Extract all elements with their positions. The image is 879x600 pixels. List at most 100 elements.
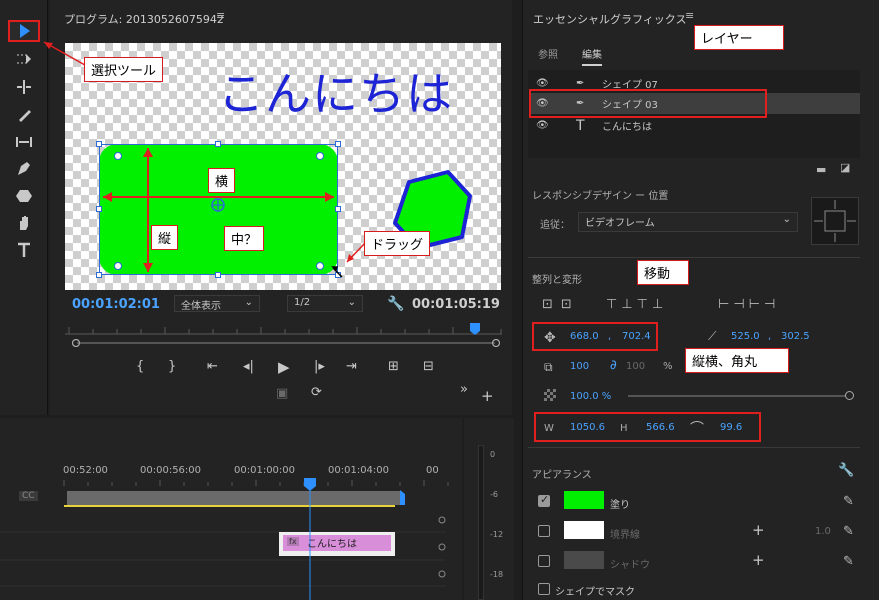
ripple-edit-tool[interactable]	[8, 76, 40, 98]
captions-button[interactable]: CC	[19, 491, 38, 501]
razor-tool[interactable]	[8, 104, 40, 126]
resize-handle[interactable]	[96, 141, 102, 147]
resize-handle[interactable]	[215, 272, 221, 278]
layer-highlight	[529, 89, 767, 118]
opacity-slider-thumb[interactable]	[845, 391, 854, 400]
text-layer-icon: T	[576, 117, 585, 134]
stroke-color-swatch[interactable]	[564, 521, 604, 539]
eyedropper-icon[interactable]: ✎	[843, 554, 854, 569]
anchor-y[interactable]: 302.5	[781, 331, 810, 342]
drag-annotation: ドラッグ	[364, 231, 431, 256]
align-buttons[interactable]: ⊡⊡	[542, 297, 580, 312]
size-highlight	[534, 412, 761, 442]
tab-edit[interactable]: 編集	[582, 46, 602, 66]
resize-handle[interactable]	[96, 272, 102, 278]
eye-icon[interactable]: 👁	[536, 120, 576, 131]
panel-menu-icon[interactable]: ≡	[216, 9, 225, 22]
new-folder-icon[interactable]: ▬	[816, 163, 826, 176]
step-forward-button[interactable]: |▸	[314, 359, 325, 374]
link-icon[interactable]: ∂	[610, 358, 617, 373]
canvas-text[interactable]: こんにちは	[218, 58, 453, 124]
zoom-dropdown[interactable]: 全体表示 ⌄	[174, 295, 260, 312]
hand-tool[interactable]	[8, 212, 40, 234]
track-select-tool[interactable]	[8, 48, 40, 70]
opacity-value[interactable]: 100.0 %	[570, 391, 611, 402]
opacity-slider[interactable]	[628, 395, 846, 397]
eyedropper-icon[interactable]: ✎	[843, 494, 854, 509]
eye-icon[interactable]: 👁	[536, 78, 576, 89]
vertical-align-buttons[interactable]: ⊤⊥⊤⊥	[606, 297, 667, 312]
check-icon: ✓	[540, 493, 550, 506]
panel-menu-icon[interactable]: ≡	[685, 9, 694, 22]
program-title: プログラム: 20130526075942	[64, 13, 224, 26]
layer-row[interactable]: 👁 T こんにちは	[530, 115, 860, 136]
db-label: 0	[490, 450, 496, 459]
shadow-checkbox[interactable]	[538, 555, 550, 567]
current-timecode[interactable]: 00:01:02:01	[72, 297, 160, 312]
slip-tool[interactable]	[8, 131, 40, 153]
vertical-annotation: 縦	[151, 225, 179, 250]
mark-in-button[interactable]: {	[136, 359, 144, 374]
corner-radius-handle[interactable]	[114, 262, 122, 270]
monitor-time-ruler[interactable]	[65, 323, 502, 335]
corner-radius-handle[interactable]	[316, 262, 324, 270]
shadow-color-swatch[interactable]	[564, 551, 604, 569]
divider	[528, 447, 860, 448]
stroke-checkbox[interactable]	[538, 525, 550, 537]
new-layer-icon[interactable]: ◪	[840, 161, 850, 174]
resize-handle[interactable]	[335, 272, 341, 278]
play-button[interactable]: ▶	[278, 358, 290, 376]
zoom-value: 全体表示	[181, 301, 221, 312]
tab-browse[interactable]: 参照	[538, 46, 558, 61]
selection-tool[interactable]	[8, 20, 40, 42]
select-tool-annotation: 選択ツール	[84, 57, 164, 82]
horizontal-align-buttons[interactable]: ⊢⊣⊢⊣	[718, 297, 779, 312]
follow-dropdown[interactable]: ビデオフレーム ⌄	[578, 212, 798, 232]
resize-handle[interactable]	[96, 206, 102, 212]
wrench-icon[interactable]: 🔧	[838, 463, 854, 478]
go-to-out-button[interactable]: ⇥	[346, 359, 357, 374]
step-back-button[interactable]: ◂|	[243, 359, 254, 374]
type-icon	[18, 242, 30, 257]
extract-button[interactable]: ⊟	[423, 359, 434, 374]
corner-radius-handle[interactable]	[114, 152, 122, 160]
camera-icon[interactable]: ▣	[276, 386, 288, 401]
panel-title: エッセンシャルグラフィックス	[533, 13, 687, 26]
follow-label: 追従：	[540, 220, 570, 231]
wrench-icon[interactable]: 🔧	[387, 296, 404, 312]
timeline-tick: 00:00:56:00	[140, 465, 202, 476]
resize-handle[interactable]	[335, 206, 341, 212]
resolution-dropdown[interactable]: 1/2 ⌄	[287, 295, 363, 312]
add-shadow-button[interactable]: +	[752, 551, 765, 569]
shape-tool[interactable]	[8, 185, 40, 207]
monitor-scroll-bar[interactable]	[72, 339, 500, 347]
hexagon-icon	[16, 190, 32, 202]
scale-value[interactable]: 100	[570, 361, 589, 372]
center-annotation: 中？	[224, 226, 265, 251]
timeline-tick: 00	[426, 465, 439, 476]
expand-icon[interactable]: »	[460, 382, 468, 397]
duration-timecode: 00:01:05:19	[412, 297, 500, 312]
clip-label[interactable]: こんにちは	[307, 535, 357, 550]
multi-camera-icon[interactable]: ⟳	[311, 385, 322, 400]
go-to-in-button[interactable]: ⇤	[207, 359, 218, 374]
layer-name: こんにちは	[602, 122, 652, 133]
mask-checkbox[interactable]	[538, 583, 550, 595]
corner-radius-handle[interactable]	[316, 152, 324, 160]
mark-out-button[interactable]: }	[168, 359, 176, 374]
fill-color-swatch[interactable]	[564, 491, 604, 509]
type-tool[interactable]	[8, 239, 40, 261]
anchor-x[interactable]: 525.0	[731, 331, 760, 342]
lift-button[interactable]: ⊞	[388, 359, 399, 374]
scale-value-2: 100	[626, 361, 646, 372]
resize-handle[interactable]	[215, 141, 221, 147]
timeline-tracks[interactable]	[0, 476, 462, 600]
resize-handle[interactable]	[335, 141, 341, 147]
pen-tool[interactable]	[8, 158, 40, 180]
add-button[interactable]: +	[481, 387, 494, 405]
add-stroke-button[interactable]: +	[752, 521, 765, 539]
eyedropper-icon[interactable]: ✎	[843, 524, 854, 539]
pin-layout-icon[interactable]	[811, 197, 859, 245]
shadow-label: シャドウ	[610, 560, 650, 571]
fill-checkbox[interactable]: ✓	[538, 493, 550, 507]
